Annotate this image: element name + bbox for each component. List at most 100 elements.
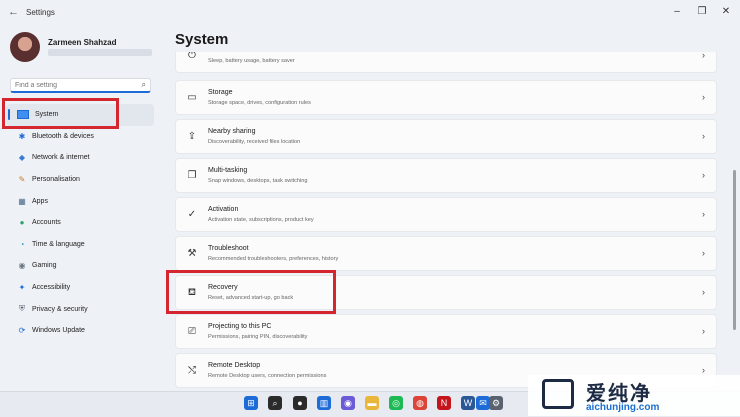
word-icon[interactable]: W — [461, 396, 475, 410]
card-subtitle: Storage space, drives, configuration rul… — [208, 100, 311, 106]
multitask-icon: ❐ — [187, 170, 197, 181]
card-subtitle: Sleep, battery usage, battery saver — [208, 58, 295, 64]
spotify-icon[interactable]: ◎ — [389, 396, 403, 410]
card-troubleshoot[interactable]: ⚒ Troubleshoot Recommended troubleshoote… — [175, 236, 717, 271]
sidebar-nav: System ✱ Bluetooth & devices ◆ Network &… — [6, 104, 154, 342]
recovery-icon: ⛾ — [187, 287, 197, 298]
settings-list: ⏻ Sleep, battery usage, battery saver › … — [175, 52, 717, 392]
window-title: Settings — [26, 8, 55, 17]
sidebar-item-privacy-security[interactable]: ⛨ Privacy & security — [6, 298, 154, 320]
sidebar-item-label: Network & internet — [32, 154, 90, 162]
folder-icon[interactable]: ▬ — [365, 396, 379, 410]
card-title: Recovery — [208, 284, 238, 291]
card-title: Multi-tasking — [208, 167, 248, 174]
chevron-right-icon: › — [702, 248, 705, 258]
card-title: Projecting to this PC — [208, 323, 272, 330]
card-title: Activation — [208, 206, 239, 213]
card-subtitle: Permissions, pairing PIN, discoverabilit… — [208, 334, 308, 340]
search-icon: ⌕ — [141, 80, 146, 89]
watermark-url: aichunjing.com — [586, 402, 660, 413]
card-multi-tasking[interactable]: ❐ Multi-tasking Snap windows, desktops, … — [175, 158, 717, 193]
chevron-right-icon: › — [702, 92, 705, 102]
start-icon[interactable]: ⊞ — [244, 396, 258, 410]
sidebar-item-label: Bluetooth & devices — [32, 132, 94, 140]
mail-icon[interactable]: ✉ — [476, 396, 490, 410]
profile-email-redacted — [48, 49, 152, 56]
sidebar-item-time-language[interactable]: ◔ Time & language — [6, 234, 154, 256]
card-title: Storage — [208, 89, 233, 96]
power-icon: ⏻ — [188, 52, 196, 61]
sidebar-item-network[interactable]: ◆ Network & internet — [6, 147, 154, 169]
sidebar-item-label: Personalisation — [32, 176, 80, 184]
search-box[interactable]: ⌕ — [10, 78, 151, 93]
card-power-battery[interactable]: ⏻ Sleep, battery usage, battery saver › — [175, 52, 717, 73]
sidebar-item-label: Privacy & security — [32, 305, 88, 313]
card-recovery[interactable]: ⛾ Recovery Reset, advanced start-up, go … — [175, 275, 717, 310]
sidebar-item-label: Gaming — [32, 262, 57, 270]
sidebar-item-gaming[interactable]: ◉ Gaming — [6, 255, 154, 277]
page-title: System — [175, 31, 229, 48]
sidebar-item-windows-update[interactable]: ⟳ Windows Update — [6, 320, 154, 342]
back-arrow-icon[interactable]: ← — [8, 6, 19, 18]
card-nearby-sharing[interactable]: ⇪ Nearby sharing Discoverability, receiv… — [175, 119, 717, 154]
sidebar-item-apps[interactable]: ▦ Apps — [6, 190, 154, 212]
share-icon: ⇪ — [187, 131, 197, 142]
search-icon[interactable]: ⌕ — [268, 396, 282, 410]
chevron-right-icon: › — [702, 209, 705, 219]
remote-icon: ⤭ — [188, 365, 196, 376]
title-bar: ← Settings – ❐ ✕ — [0, 0, 740, 26]
chat-icon[interactable]: ◉ — [341, 396, 355, 410]
update-icon: ⟳ — [18, 326, 26, 336]
card-title: Troubleshoot — [208, 245, 249, 252]
chevron-right-icon: › — [702, 365, 705, 375]
user-profile[interactable]: Zarmeen Shahzad — [10, 32, 160, 66]
card-projecting[interactable]: ⎚ Projecting to this PC Permissions, pai… — [175, 314, 717, 349]
storage-icon: ▭ — [187, 92, 197, 103]
search-input[interactable] — [15, 80, 133, 91]
sidebar-item-label: Time & language — [32, 240, 85, 248]
sidebar-item-accounts[interactable]: ● Accounts — [6, 212, 154, 234]
accessibility-icon: ✦ — [18, 283, 26, 293]
card-subtitle: Activation state, subscriptions, product… — [208, 217, 314, 223]
person-icon: ● — [19, 218, 25, 228]
card-subtitle: Recommended troubleshooters, preferences… — [208, 256, 339, 262]
chevron-right-icon: › — [702, 52, 705, 60]
sidebar-item-bluetooth[interactable]: ✱ Bluetooth & devices — [6, 126, 154, 148]
wifi-icon: ◆ — [18, 153, 26, 163]
card-title: Nearby sharing — [208, 128, 256, 135]
sidebar-item-label: Accounts — [32, 219, 61, 227]
chevron-right-icon: › — [702, 131, 705, 141]
sidebar-item-accessibility[interactable]: ✦ Accessibility — [6, 277, 154, 299]
netflix-icon[interactable]: N — [437, 396, 451, 410]
brush-icon: ✎ — [18, 175, 26, 185]
wrench-icon: ⚒ — [187, 248, 197, 259]
watermark-logo-icon — [542, 379, 574, 409]
widgets-icon[interactable]: ▥ — [317, 396, 331, 410]
settings-icon[interactable]: ⚙ — [489, 396, 503, 410]
sidebar-item-label: Windows Update — [32, 327, 85, 335]
sidebar-item-label: Accessibility — [32, 284, 71, 292]
sidebar-item-personalisation[interactable]: ✎ Personalisation — [6, 169, 154, 191]
bluetooth-icon: ✱ — [18, 131, 26, 141]
card-activation[interactable]: ✓ Activation Activation state, subscript… — [175, 197, 717, 232]
card-subtitle: Discoverability, received files location — [208, 139, 301, 145]
camera-icon[interactable]: ● — [293, 396, 307, 410]
avatar — [10, 32, 40, 62]
controller-icon: ◉ — [18, 261, 26, 271]
close-button[interactable]: ✕ — [718, 4, 734, 20]
card-storage[interactable]: ▭ Storage Storage space, drives, configu… — [175, 80, 717, 115]
watermark: 爱纯净 aichunjing.com — [528, 375, 740, 416]
chrome-icon[interactable]: ◍ — [413, 396, 427, 410]
chevron-right-icon: › — [702, 170, 705, 180]
profile-name: Zarmeen Shahzad — [48, 38, 117, 47]
sidebar-item-system[interactable]: System — [6, 104, 154, 126]
card-subtitle: Snap windows, desktops, task switching — [208, 178, 308, 184]
minimize-button[interactable]: – — [669, 4, 685, 20]
shield-icon: ⛨ — [19, 304, 25, 314]
card-title: Remote Desktop — [208, 362, 261, 369]
globe-icon: ◔ — [19, 239, 25, 249]
scrollbar[interactable] — [733, 170, 736, 330]
sidebar-item-label: System — [35, 111, 59, 119]
maximize-button[interactable]: ❐ — [694, 4, 710, 20]
apps-icon: ▦ — [18, 196, 26, 206]
